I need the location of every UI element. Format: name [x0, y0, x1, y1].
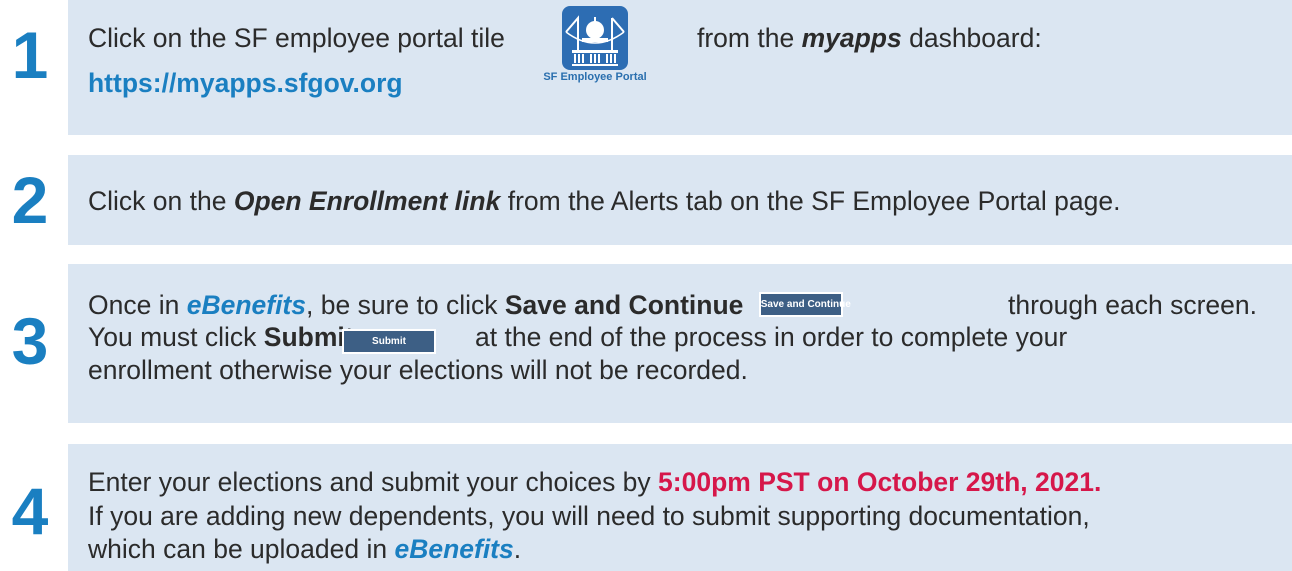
step-4-line-3: which can be uploaded in eBenefits. — [88, 533, 521, 565]
step-1-text-3: dashboard: — [901, 23, 1042, 53]
step-1-number: 1 — [11, 18, 49, 92]
deadline-text: 5:00pm PST on October 29th, 2021. — [658, 467, 1102, 497]
step-2-text-2: from the Alerts tab on the SF Employee P… — [500, 186, 1121, 216]
step-4-text: Enter your elections and submit your cho… — [88, 467, 659, 497]
ebenefits-label-2: eBenefits — [394, 534, 514, 564]
step-3-line-1: Once in eBenefits, be sure to click Save… — [88, 289, 851, 321]
step-1-line-1: Click on the SF employee portal tile — [88, 22, 505, 54]
city-hall-icon — [562, 6, 628, 70]
step-3-line-1b: through each screen. — [1008, 290, 1257, 320]
step-2-number: 2 — [11, 163, 49, 237]
step-4-number: 4 — [11, 474, 49, 548]
step-2-line: Click on the Open Enrollment link from t… — [88, 185, 1120, 217]
step-3-number: 3 — [11, 304, 49, 378]
sf-employee-portal-tile[interactable]: SF Employee Portal — [512, 6, 678, 88]
submit-label: Submit — [263, 322, 354, 352]
step-4-line-2: If you are adding new dependents, you wi… — [88, 501, 1090, 531]
step-3-text: Once in — [88, 290, 187, 320]
step-2-text: Click on the — [88, 186, 234, 216]
save-and-continue-button[interactable]: Save and Continue — [758, 291, 851, 317]
step-4-text-4: . — [513, 534, 522, 564]
step-4-text-3: which can be uploaded in — [88, 534, 395, 564]
step-3-line-2: You must click Submit — [88, 321, 354, 353]
step-1-text-2: from the — [697, 23, 802, 53]
step-3-line-3: enrollment otherwise your elections will… — [88, 355, 748, 385]
submit-button[interactable]: Submit — [342, 329, 436, 354]
myapps-label: myapps — [801, 23, 902, 53]
save-continue-label: Save and Continue — [504, 290, 744, 320]
step-3-text-2: , be sure to click — [306, 290, 505, 320]
step-1-text: Click on the SF employee portal tile — [88, 23, 505, 53]
myapps-link[interactable]: https://myapps.sfgov.org — [88, 67, 403, 99]
tile-label: SF Employee Portal — [543, 71, 647, 83]
step-4-line-1: Enter your elections and submit your cho… — [88, 466, 1101, 498]
ebenefits-label: eBenefits — [186, 290, 306, 320]
step-3-text-3: You must click — [88, 322, 264, 352]
step-3-line-2b: at the end of the process in order to co… — [475, 322, 1068, 352]
open-enrollment-link-label: Open Enrollment link — [233, 186, 501, 216]
step-1-line-1b: from the myapps dashboard: — [697, 22, 1042, 54]
